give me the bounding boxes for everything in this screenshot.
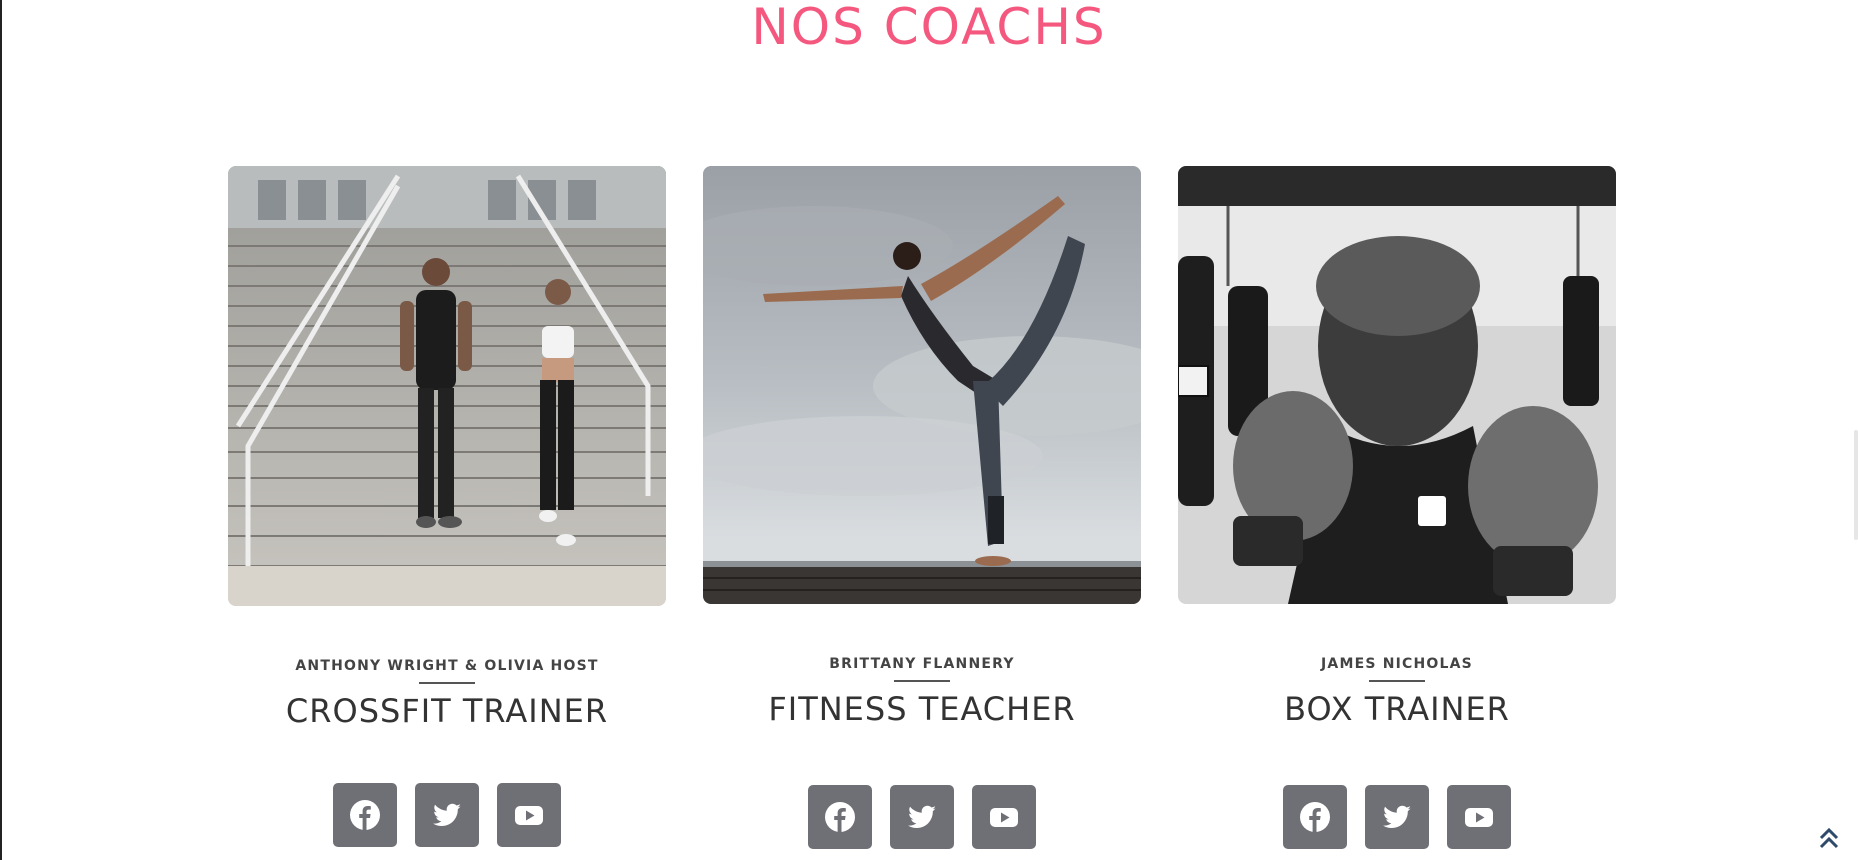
social-links — [1283, 785, 1511, 849]
coach-card: ANTHONY WRIGHT & OLIVIA HOST CROSSFIT TR… — [228, 166, 666, 847]
youtube-button[interactable] — [972, 785, 1036, 849]
page-scrollbar[interactable] — [1852, 0, 1858, 860]
coach-name: JAMES NICHOLAS — [1321, 656, 1473, 672]
youtube-icon — [1465, 808, 1493, 827]
name-divider — [1369, 680, 1425, 682]
facebook-button[interactable] — [333, 783, 397, 847]
social-links — [808, 785, 1036, 849]
coach-role: FITNESS TEACHER — [768, 690, 1076, 728]
youtube-button[interactable] — [1447, 785, 1511, 849]
twitter-icon — [908, 805, 936, 828]
scrollbar-thumb[interactable] — [1854, 430, 1858, 540]
scroll-to-top-icon[interactable] — [1818, 826, 1840, 850]
coach-role: CROSSFIT TRAINER — [285, 692, 609, 730]
facebook-icon — [1300, 802, 1330, 832]
page-left-border — [0, 0, 2, 860]
twitter-icon — [1383, 805, 1411, 828]
social-links — [333, 783, 561, 847]
facebook-button[interactable] — [1283, 785, 1347, 849]
twitter-button[interactable] — [890, 785, 954, 849]
facebook-button[interactable] — [808, 785, 872, 849]
coach-photo — [1178, 166, 1616, 604]
coach-card: JAMES NICHOLAS BOX TRAINER — [1178, 166, 1616, 849]
twitter-button[interactable] — [1365, 785, 1429, 849]
twitter-icon — [433, 803, 461, 826]
twitter-button[interactable] — [415, 783, 479, 847]
coach-role: BOX TRAINER — [1284, 690, 1510, 728]
section-title: NOS COACHS — [751, 0, 1107, 56]
coach-name: BRITTANY FLANNERY — [829, 656, 1015, 672]
name-divider — [894, 680, 950, 682]
youtube-button[interactable] — [497, 783, 561, 847]
youtube-icon — [515, 806, 543, 825]
name-divider — [419, 682, 475, 684]
facebook-icon — [350, 800, 380, 830]
youtube-icon — [990, 808, 1018, 827]
coach-card: BRITTANY FLANNERY FITNESS TEACHER — [703, 166, 1141, 849]
coach-photo — [228, 166, 666, 606]
coach-photo — [703, 166, 1141, 604]
coach-name: ANTHONY WRIGHT & OLIVIA HOST — [295, 658, 599, 674]
facebook-icon — [825, 802, 855, 832]
